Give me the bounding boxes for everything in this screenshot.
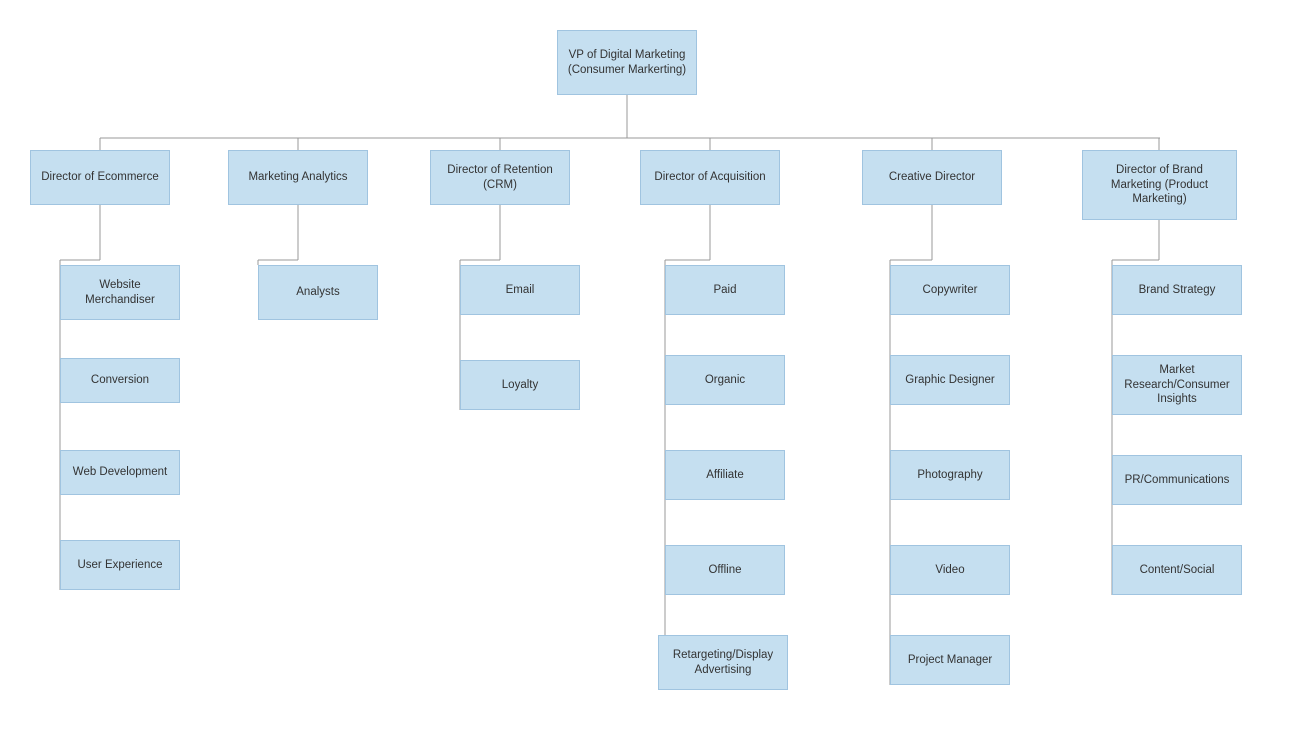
node-web-dev: Web Development [60,450,180,495]
node-retargeting: Retargeting/Display Advertising [658,635,788,690]
node-video: Video [890,545,1010,595]
node-dir-acquisition: Director of Acquisition [640,150,780,205]
node-offline: Offline [665,545,785,595]
node-content-social: Content/Social [1112,545,1242,595]
node-organic: Organic [665,355,785,405]
node-conversion: Conversion [60,358,180,403]
node-analysts: Analysts [258,265,378,320]
node-website-merch: Website Merchandiser [60,265,180,320]
node-user-exp: User Experience [60,540,180,590]
node-root: VP of Digital Marketing (Consumer Marker… [557,30,697,95]
node-dir-brand: Director of Brand Marketing (Product Mar… [1082,150,1237,220]
node-project-mgr: Project Manager [890,635,1010,685]
org-chart: VP of Digital Marketing (Consumer Marker… [0,0,1314,736]
node-copywriter: Copywriter [890,265,1010,315]
node-loyalty: Loyalty [460,360,580,410]
node-email: Email [460,265,580,315]
node-dir-ecom: Director of Ecommerce [30,150,170,205]
node-graphic-designer: Graphic Designer [890,355,1010,405]
node-brand-strategy: Brand Strategy [1112,265,1242,315]
node-dir-retention: Director of Retention (CRM) [430,150,570,205]
node-creative-dir: Creative Director [862,150,1002,205]
node-pr-comm: PR/Communications [1112,455,1242,505]
node-mkt-analytics: Marketing Analytics [228,150,368,205]
node-photography: Photography [890,450,1010,500]
node-market-research: Market Research/Consumer Insights [1112,355,1242,415]
node-paid: Paid [665,265,785,315]
node-affiliate: Affiliate [665,450,785,500]
